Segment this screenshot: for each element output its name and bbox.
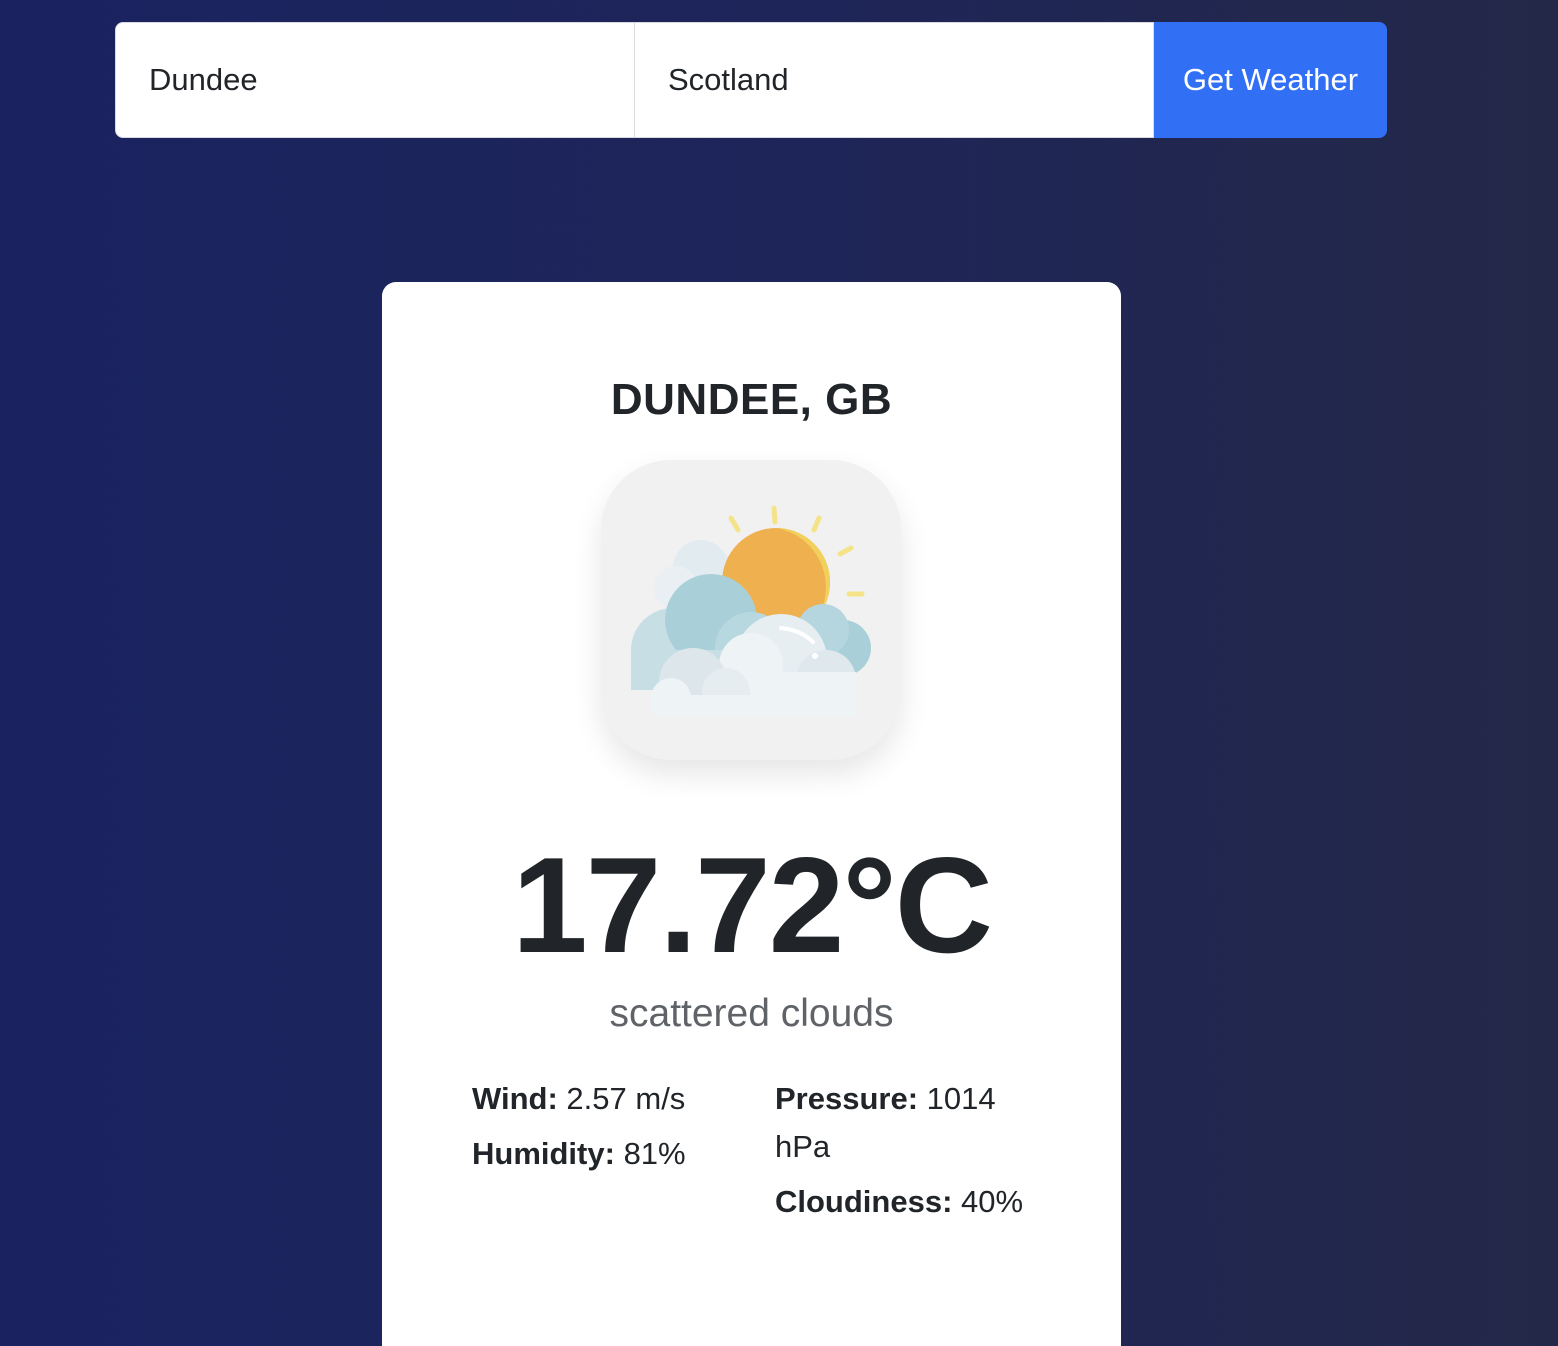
humidity-label: Humidity:: [472, 1136, 615, 1171]
pressure-detail: Pressure: 1014 hPa: [775, 1075, 1025, 1171]
weather-description: scattered clouds: [609, 992, 894, 1035]
city-input[interactable]: [115, 22, 635, 138]
get-weather-button[interactable]: Get Weather: [1154, 22, 1387, 138]
humidity-detail: Humidity: 81%: [472, 1130, 732, 1178]
cloudiness-label: Cloudiness:: [775, 1184, 953, 1219]
humidity-value: 81%: [623, 1136, 686, 1171]
details-left-column: Wind: 2.57 m/s Humidity: 81%: [472, 1075, 732, 1185]
sun-behind-clouds-icon: [631, 505, 871, 718]
wind-detail: Wind: 2.57 m/s: [472, 1075, 732, 1123]
search-bar: Get Weather: [115, 22, 1387, 138]
weather-card: DUNDEE, GB 17.72°C scattered clouds Wind…: [382, 282, 1121, 1346]
weather-icon-tile: [601, 460, 901, 760]
location-title: DUNDEE, GB: [610, 375, 893, 424]
wind-value: 2.57 m/s: [566, 1081, 686, 1116]
details-right-column: Pressure: 1014 hPa Cloudiness: 40%: [775, 1075, 1025, 1233]
temperature: 17.72°C: [512, 829, 993, 981]
wind-label: Wind:: [472, 1081, 558, 1116]
country-input[interactable]: [635, 22, 1154, 138]
cloudiness-value: 40%: [961, 1184, 1024, 1219]
pressure-label: Pressure:: [775, 1081, 919, 1116]
cloudiness-detail: Cloudiness: 40%: [775, 1178, 1025, 1226]
